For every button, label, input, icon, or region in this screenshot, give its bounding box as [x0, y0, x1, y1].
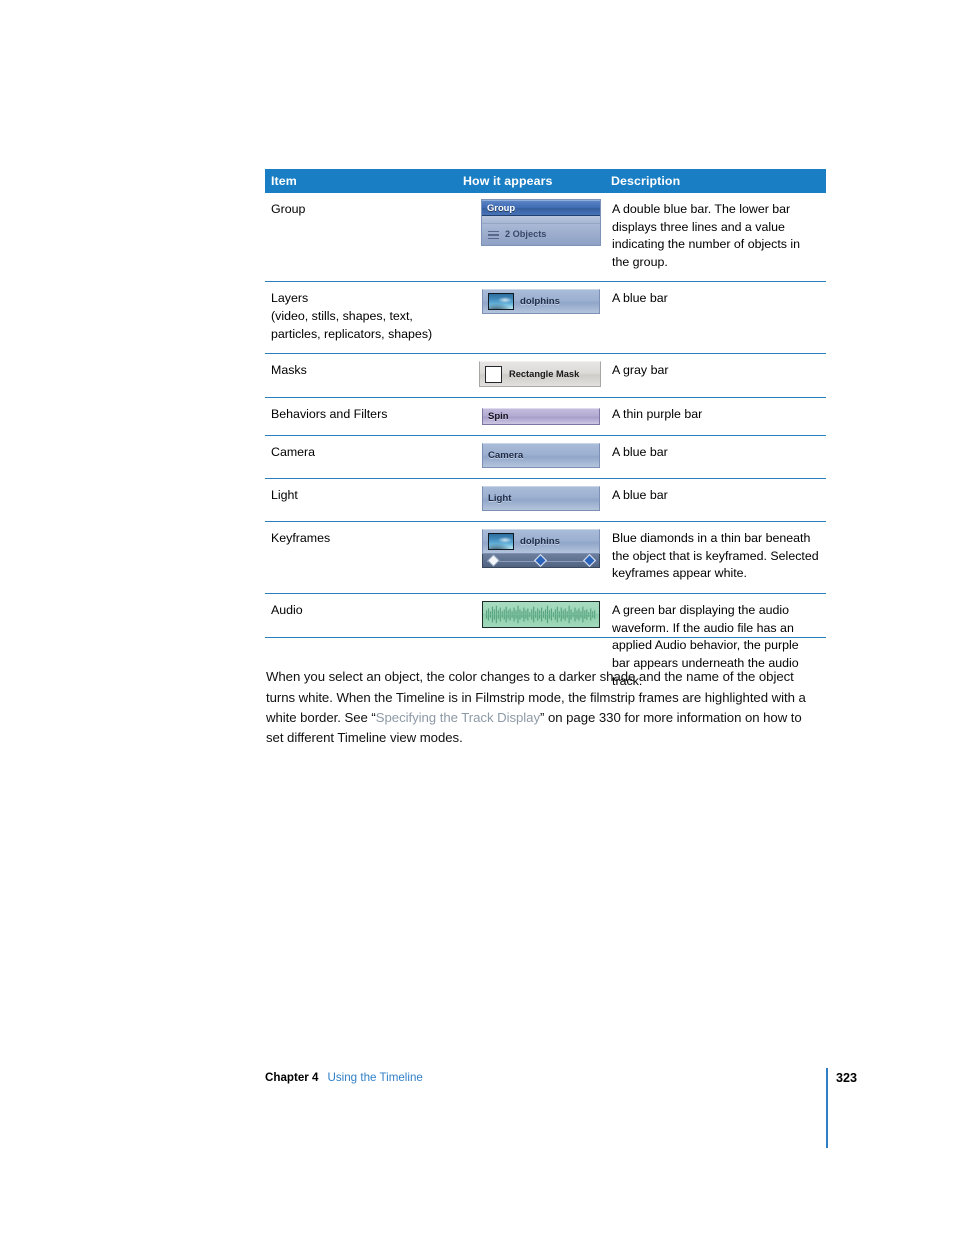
row-description: A blue bar: [605, 478, 826, 522]
keyframe-track-widget: dolphins: [482, 529, 600, 569]
group-bar-bottom: 2 Objects: [482, 224, 600, 245]
camera-bar: Camera: [482, 443, 600, 469]
row-description: A double blue bar. The lower bar display…: [612, 202, 801, 269]
light-bar-label: Light: [488, 492, 512, 504]
table-body: Group Group 2 Objects A double blue bar.…: [265, 193, 826, 701]
row-appearance-cell: Light: [457, 478, 605, 522]
footer-chapter-title-link[interactable]: Using the Timeline: [327, 1071, 422, 1084]
row-appearance-cell: Spin: [457, 397, 605, 436]
footer-chapter-label: Chapter 4: [265, 1071, 319, 1084]
column-header-how-it-appears: How it appears: [457, 169, 605, 193]
row-description: Blue diamonds in a thin bar beneath the …: [605, 521, 826, 594]
audio-green-waveform-widget: [482, 601, 600, 629]
table-row: Light Light A blue bar: [265, 478, 826, 522]
group-object-count-label: 2 Objects: [505, 228, 547, 239]
cross-reference-link[interactable]: Specifying the Track Display: [376, 710, 540, 725]
row-item-label: Behaviors and Filters: [265, 397, 457, 436]
group-bar-top-label: Group: [487, 202, 516, 214]
behavior-bar-label: Spin: [488, 411, 509, 423]
timeline-item-appearance-table: Item How it appears Description Group Gr…: [265, 169, 826, 701]
column-header-item: Item: [265, 169, 457, 193]
group-double-bar-widget: Group 2 Objects: [482, 200, 600, 245]
row-item-label: Masks: [265, 353, 457, 398]
camera-blue-bar-widget: Camera: [482, 443, 600, 469]
group-bar-outer: Group 2 Objects: [482, 200, 600, 245]
table-header: Item How it appears Description: [265, 169, 826, 193]
row-description: A blue bar: [605, 435, 826, 479]
column-header-description: Description: [605, 169, 826, 193]
body-paragraph: When you select an object, the color cha…: [266, 667, 822, 749]
keyframe-bar: [482, 554, 600, 569]
document-page: Item How it appears Description Group Gr…: [0, 0, 954, 1235]
row-appearance-cell: Rectangle Mask: [457, 353, 605, 398]
audio-bar: [482, 601, 600, 629]
behavior-purple-bar-widget: Spin: [482, 408, 600, 426]
row-appearance-cell: Camera: [457, 435, 605, 479]
three-lines-icon: [488, 230, 499, 240]
table-row: Behaviors and Filters Spin A thin purple…: [265, 397, 826, 436]
keyframed-object-bar: dolphins: [482, 529, 600, 555]
layer-bar: dolphins: [482, 289, 600, 315]
footer-vertical-rule: [826, 1068, 828, 1148]
row-description: A gray bar: [605, 353, 826, 398]
mask-bar-label: Rectangle Mask: [509, 368, 580, 379]
keyframe-diamond-selected[interactable]: [488, 555, 498, 566]
table-row: Layers (video, stills, shapes, text, par…: [265, 281, 826, 354]
table-bottom-rule: [265, 637, 826, 639]
camera-bar-label: Camera: [488, 449, 524, 461]
light-bar: Light: [482, 486, 600, 512]
table-header-row: Item How it appears Description: [265, 169, 826, 193]
page-footer: Chapter 4 Using the Timeline: [265, 1071, 826, 1091]
table-row: Group Group 2 Objects A double blue bar.…: [265, 193, 826, 282]
keyframe-diamond[interactable]: [584, 555, 594, 566]
group-bar-divider: [482, 216, 600, 224]
rectangle-mask-icon: [485, 365, 502, 383]
keyframed-object-label: dolphins: [520, 535, 560, 547]
row-item-label: Light: [265, 478, 457, 522]
behavior-bar: Spin: [482, 408, 600, 426]
group-bar-top: Group: [482, 200, 600, 216]
dolphins-thumbnail-icon: [488, 293, 514, 311]
row-appearance-cell: dolphins: [457, 521, 605, 594]
table-row: Camera Camera A blue bar: [265, 435, 826, 479]
row-item-label: Keyframes: [265, 521, 457, 594]
row-description: A blue bar: [605, 281, 826, 354]
row-appearance-cell: dolphins: [457, 281, 605, 354]
row-item-label: Group: [271, 202, 306, 216]
mask-gray-bar-widget: Rectangle Mask: [479, 361, 601, 388]
light-blue-bar-widget: Light: [482, 486, 600, 512]
mask-bar: Rectangle Mask: [479, 361, 601, 388]
table-row: Masks Rectangle Mask A gray bar: [265, 353, 826, 398]
page-number: 323: [836, 1071, 858, 1085]
row-item-label: Layers (video, stills, shapes, text, par…: [265, 281, 457, 354]
audio-waveform-icon: [483, 605, 599, 624]
layer-blue-bar-widget: dolphins: [482, 289, 600, 315]
table-row: Keyframes dolphins Blue diamonds in a th…: [265, 521, 826, 594]
dolphins-thumbnail-icon: [488, 533, 514, 551]
layer-bar-label: dolphins: [520, 296, 560, 308]
row-item-label: Camera: [265, 435, 457, 479]
keyframe-diamond[interactable]: [535, 555, 545, 566]
row-appearance-cell: Group 2 Objects: [457, 193, 605, 282]
row-description: A thin purple bar: [605, 397, 826, 436]
